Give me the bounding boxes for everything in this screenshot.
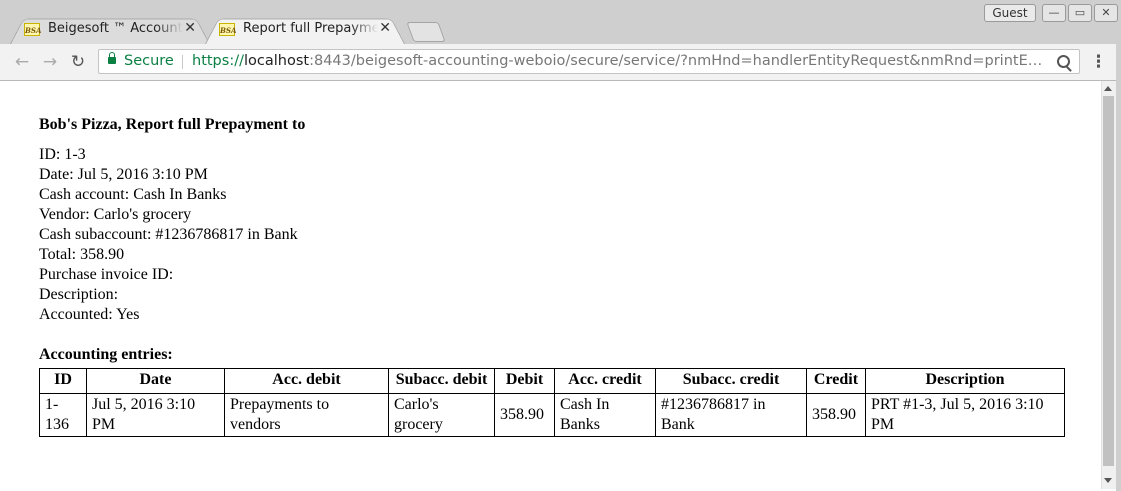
forward-icon[interactable]: → [40, 52, 60, 72]
tab-title: Beigesoft ™ Accounting [48, 21, 183, 36]
field-vendor: Vendor: Carlo's grocery [39, 206, 192, 223]
column-header: Description [865, 368, 1065, 394]
field-cash-subaccount: Cash subaccount: #1236786817 in Bank [39, 226, 298, 243]
scrollbar-thumb[interactable] [1103, 96, 1114, 466]
close-tab-icon[interactable]: ✕ [379, 20, 391, 36]
menu-icon[interactable]: ⋮ [1090, 53, 1107, 71]
field-date: Date: Jul 5, 2016 3:10 PM [39, 166, 208, 183]
column-header: Date [86, 368, 225, 394]
page-title: Bob's Pizza, Report full Prepayment to [39, 116, 306, 133]
table-row: 1-136 Jul 5, 2016 3:10 PM Prepayments to… [39, 393, 1065, 437]
accounting-entries-table: ID Date Acc. debit Subacc. debit Debit A… [39, 368, 1065, 437]
field-description: Description: [39, 286, 119, 303]
bsa-favicon-icon: BSA [219, 23, 236, 36]
field-purchase-invoice-id: Purchase invoice ID: [39, 266, 174, 283]
title-bar: BSA Beigesoft ™ Accounting ✕ BSA Report … [0, 0, 1121, 44]
profile-guest-button[interactable]: Guest [984, 4, 1036, 22]
close-window-button[interactable]: ✕ [1094, 4, 1118, 22]
field-id: ID: 1-3 [39, 146, 86, 163]
column-header: Subacc. credit [655, 368, 807, 394]
table-cell: 1-136 [39, 393, 87, 437]
table-cell: #1236786817 in Bank [655, 393, 807, 437]
url-scheme: https:// [192, 53, 244, 69]
field-cash-account: Cash account: Cash In Banks [39, 186, 227, 203]
field-accounted: Accounted: Yes [39, 306, 140, 323]
secure-label: Secure [124, 53, 174, 69]
zoom-icon[interactable] [1057, 55, 1070, 68]
table-cell: 358.90 [806, 393, 866, 437]
column-header: Subacc. debit [388, 368, 495, 394]
divider [182, 55, 183, 69]
column-header: Acc. debit [224, 368, 389, 394]
table-cell: PRT #1-3, Jul 5, 2016 3:10 PM [865, 393, 1065, 437]
table-header-row: ID Date Acc. debit Subacc. debit Debit A… [39, 368, 1065, 394]
lock-icon [108, 52, 116, 64]
url-path: :8443/beigesoft-accounting-weboio/secure… [309, 53, 1047, 69]
close-tab-icon[interactable]: ✕ [184, 20, 196, 36]
report: Bob's Pizza, Report full Prepayment to I… [39, 115, 305, 365]
url-host: localhost [243, 53, 310, 69]
column-header: Debit [494, 368, 555, 394]
bsa-favicon-icon: BSA [24, 23, 41, 36]
column-header: Acc. credit [554, 368, 656, 394]
tab-report-prepayment[interactable]: BSA Report full Prepayment to ✕ [205, 14, 405, 44]
table-cell: Carlo's grocery [388, 393, 495, 437]
field-total: Total: 358.90 [39, 246, 125, 263]
minimize-button[interactable]: — [1042, 4, 1066, 22]
table-cell: Jul 5, 2016 3:10 PM [86, 393, 225, 437]
table-cell: Cash In Banks [554, 393, 656, 437]
table-cell: Prepayments to vendors [224, 393, 389, 437]
scroll-up-icon[interactable] [1104, 86, 1112, 91]
scroll-down-icon[interactable] [1104, 478, 1112, 483]
tab-beigesoft-accounting[interactable]: BSA Beigesoft ™ Accounting ✕ [10, 14, 210, 44]
new-tab-button[interactable] [406, 22, 446, 42]
address-bar[interactable]: Secure https://localhost:8443/beigesoft-… [98, 49, 1080, 74]
reload-icon[interactable]: ↻ [68, 52, 88, 72]
url-text[interactable]: https://localhost:8443/beigesoft-account… [192, 50, 1047, 73]
column-header: Credit [806, 368, 866, 394]
back-icon[interactable]: ← [12, 52, 32, 72]
column-header: ID [39, 368, 87, 394]
tab-title: Report full Prepayment to [243, 21, 378, 36]
window-border [1116, 44, 1121, 491]
entries-heading: Accounting entries: [39, 346, 173, 363]
table-cell: 358.90 [494, 393, 555, 437]
browser-toolbar: ← → ↻ Secure https://localhost:8443/beig… [0, 44, 1121, 81]
maximize-button[interactable]: ▭ [1068, 4, 1092, 22]
